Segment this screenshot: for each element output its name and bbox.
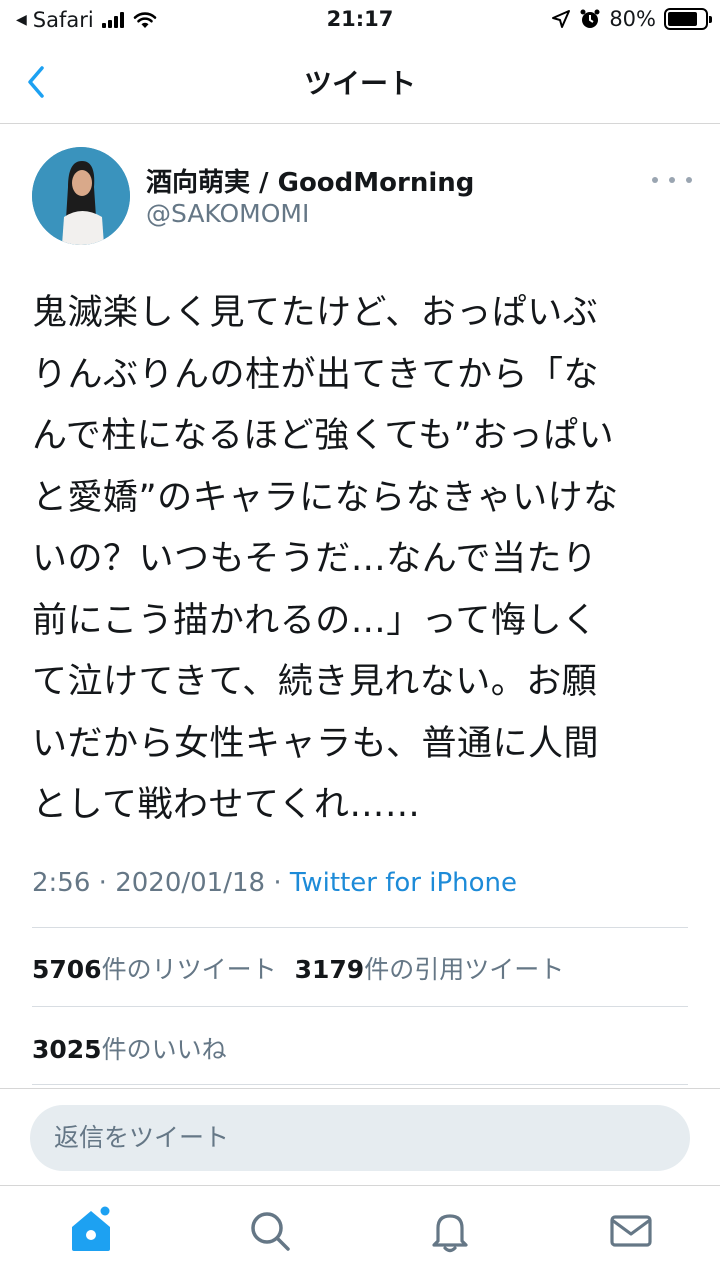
stats-row-likes: 3025件のいいね: [32, 1030, 227, 1066]
meta-separator: ·: [98, 868, 107, 898]
likes-label: 件のいいね: [101, 1035, 227, 1064]
tweet-time: 2:56: [32, 868, 91, 898]
likes-count: 3025: [32, 1035, 102, 1064]
messages-icon[interactable]: [608, 1209, 654, 1253]
battery-icon: [664, 8, 712, 30]
quotes-label: 件の引用ツイート: [364, 955, 565, 984]
stats-row-retweets: 5706件のリツイート 3179件の引用ツイート: [32, 950, 564, 986]
status-right: 80%: [551, 7, 712, 31]
page-title: ツイート: [303, 67, 416, 100]
home-icon[interactable]: [68, 1205, 114, 1255]
tweet-source-link[interactable]: Twitter for iPhone: [290, 868, 517, 898]
quotes-count: 3179: [294, 955, 365, 984]
reply-bar: 返信をツイート: [0, 1088, 720, 1186]
author-name[interactable]: 酒向萌実 / GoodMorning: [146, 162, 474, 199]
reply-input[interactable]: 返信をツイート: [30, 1105, 690, 1171]
quotes-link[interactable]: 3179件の引用ツイート: [295, 955, 565, 984]
divider: [32, 1006, 688, 1007]
retweets-link[interactable]: 5706件のリツイート: [32, 955, 277, 984]
avatar[interactable]: [32, 147, 130, 245]
meta-separator: ·: [273, 868, 282, 898]
divider: [32, 927, 688, 928]
tweet-meta: 2:56 · 2020/01/18 · Twitter for iPhone: [32, 868, 517, 898]
divider: [32, 1084, 688, 1085]
notifications-icon[interactable]: [428, 1209, 472, 1253]
avatar-image: [32, 147, 130, 245]
likes-link[interactable]: 3025件のいいね: [32, 1035, 227, 1064]
status-bar: ◀ Safari 21:17 80%: [0, 0, 720, 40]
alarm-icon: [580, 9, 600, 28]
battery-percent: 80%: [609, 7, 656, 31]
navigation-bar: ツイート: [0, 40, 720, 124]
search-icon[interactable]: [248, 1209, 292, 1253]
location-arrow-icon: [552, 10, 571, 28]
tweet-text: 鬼滅楽しく見てたけど、おっぱいぶ りんぶりんの柱が出てきてから「な んで柱になる…: [32, 293, 619, 825]
more-options-icon[interactable]: [652, 168, 692, 192]
tab-bar: [0, 1187, 720, 1280]
author-handle[interactable]: @SAKOMOMI: [146, 199, 309, 228]
retweets-label: 件のリツイート: [101, 955, 277, 984]
battery-fill: [668, 12, 697, 26]
retweets-count: 5706: [32, 955, 102, 984]
tweet-date: 2020/01/18: [115, 868, 266, 898]
